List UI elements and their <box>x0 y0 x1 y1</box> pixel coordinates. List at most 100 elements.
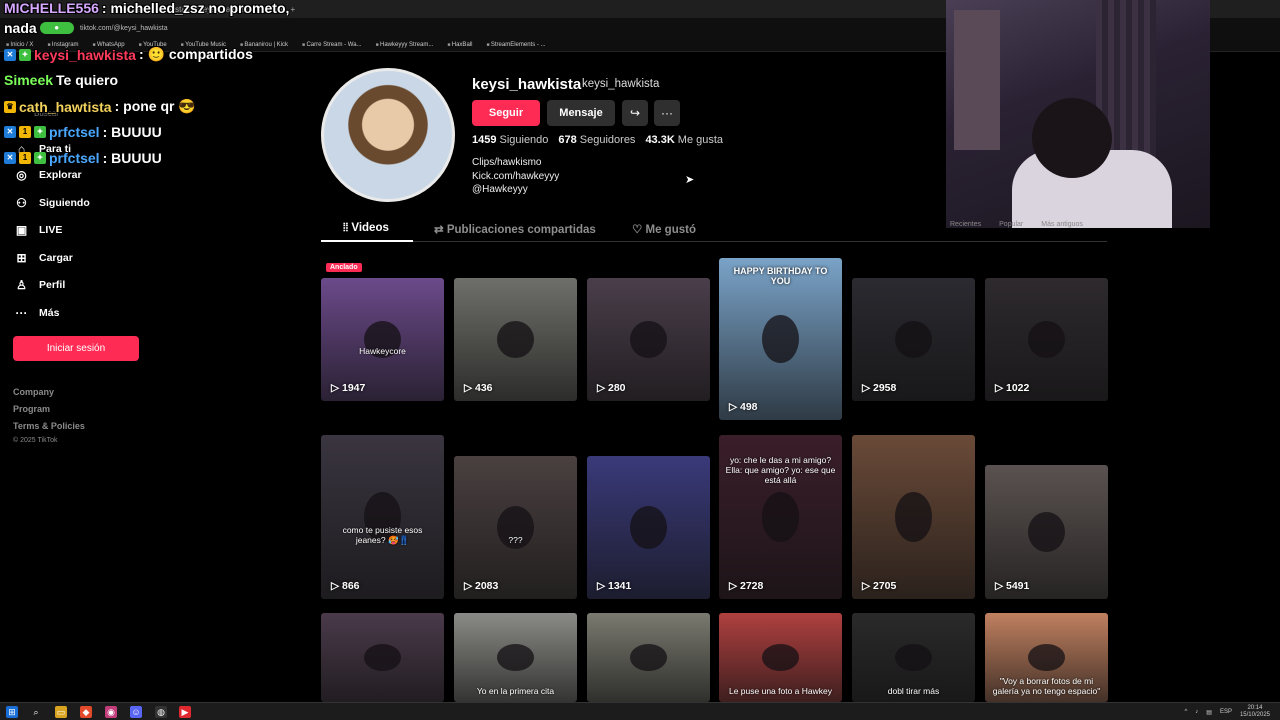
video-card[interactable] <box>321 613 444 702</box>
bookmark-item[interactable]: StreamElements - ... <box>486 42 546 48</box>
stat-followers[interactable]: 678 Seguidores <box>558 134 635 146</box>
video-card[interactable]: ▷ 1341 <box>587 456 710 599</box>
footer-link-company[interactable]: Company <box>13 387 54 397</box>
video-card[interactable]: ▷ 436 <box>454 278 577 401</box>
video-thumbnail <box>1028 511 1065 553</box>
tab-liked[interactable]: ♡ Me gustó <box>632 222 696 236</box>
volume-icon[interactable]: ♪ <box>1195 709 1198 715</box>
language-indicator[interactable]: ESP <box>1220 709 1232 715</box>
user-follow-icon: ⚇ <box>16 196 27 210</box>
heart-icon: ♡ <box>632 224 646 236</box>
url-text[interactable]: tiktok.com/@keysi_hawkista <box>80 25 168 32</box>
view-count-value: 2083 <box>475 580 499 592</box>
brave-browser-icon[interactable]: ◆ <box>80 706 92 718</box>
badge-icon: ✦ <box>34 126 46 138</box>
chat-message: ✕ ✦ keysi_hawkista : 🙂 compartidos <box>4 46 253 63</box>
video-card[interactable]: HAPPY BIRTHDAY TO YOU ▷ 498 <box>719 258 842 420</box>
view-count: ▷ 436 <box>464 382 493 394</box>
video-card[interactable]: "Voy a borrar fotos de mi galería ya no … <box>985 613 1108 702</box>
sidebar-item-label: Explorar <box>39 169 82 181</box>
network-icon[interactable]: ▤ <box>1206 709 1212 716</box>
login-button[interactable]: Iniciar sesión <box>13 336 139 361</box>
video-card[interactable]: Yo en la primera cita <box>454 613 577 702</box>
video-thumbnail <box>1028 644 1065 671</box>
system-tray: ^ ♪ ▤ ESP 20:14 15/10/2025 <box>1184 705 1270 719</box>
view-count-value: 866 <box>342 580 360 592</box>
video-thumbnail <box>762 314 799 364</box>
clock[interactable]: 20:14 15/10/2025 <box>1240 705 1270 719</box>
sidebar-item-perfil[interactable]: ♙ Perfil <box>14 278 65 292</box>
sidebar-item-mas[interactable]: ··· Más <box>14 306 60 320</box>
compass-icon: ◎ <box>16 168 27 182</box>
video-card[interactable]: Le puse una foto a Hawkey <box>719 613 842 702</box>
media-player-icon[interactable]: ▶ <box>179 706 191 718</box>
video-thumbnail <box>497 644 534 671</box>
sidebar-item-siguiendo[interactable]: ⚇ Siguiendo <box>14 196 90 210</box>
chat-message: ✕ 1 ✦ prfctsel : BUUUU <box>4 150 162 166</box>
video-card[interactable] <box>587 613 710 702</box>
video-caption: "Voy a borrar fotos de mi galería ya no … <box>992 676 1101 696</box>
stat-following[interactable]: 1459 Siguiendo <box>472 134 548 146</box>
view-count: ▷ 1947 <box>331 382 365 394</box>
video-card[interactable]: Hawkeycore ▷ 1947 <box>321 278 444 401</box>
video-card[interactable]: ▷ 2705 <box>852 435 975 599</box>
video-thumbnail <box>630 321 667 358</box>
taskbar: ⊞ ⌕ ▭ ◆ ◉ ☺ ◍ ▶ ^ ♪ ▤ ESP 20:14 15/10/20… <box>0 702 1280 720</box>
video-card[interactable]: ▷ 2958 <box>852 278 975 401</box>
video-card[interactable]: yo: che le das a mi amigo? Ella: que ami… <box>719 435 842 599</box>
more-options-button[interactable]: ··· <box>654 100 680 126</box>
share-button[interactable]: ↪ <box>622 100 648 126</box>
footer-link-terms[interactable]: Terms & Policies <box>13 421 85 431</box>
chat-text: : michelled_zsz no prometo, <box>101 0 290 16</box>
video-thumbnail <box>364 644 401 671</box>
stat-label: Seguidores <box>579 134 636 146</box>
bio-line: @Hawkeyyy <box>472 184 528 195</box>
tray-chevron-icon[interactable]: ^ <box>1184 709 1187 715</box>
video-card[interactable]: ▷ 5491 <box>985 465 1108 599</box>
discord-icon[interactable]: ☺ <box>130 706 142 718</box>
avatar <box>321 68 455 202</box>
view-count-value: 1947 <box>342 382 366 394</box>
stat-value: 678 <box>558 134 577 146</box>
sort-recent[interactable]: Recientes <box>950 221 981 228</box>
bookmark-item[interactable]: HaxBall <box>447 42 473 48</box>
stat-likes: 43.3K Me gusta <box>645 134 723 146</box>
sidebar-item-explorar[interactable]: ◎ Explorar <box>14 168 82 182</box>
video-card[interactable]: ▷ 280 <box>587 278 710 401</box>
chat-message: nada ● <box>4 20 74 36</box>
windows-start-icon[interactable]: ⊞ <box>6 706 18 718</box>
chat-message: ♛ cath_hawtista : pone qr 😎 <box>4 98 196 115</box>
stat-value: 43.3K <box>645 134 675 146</box>
sort-options: Recientes Popular Más antiguos <box>950 221 1083 228</box>
sort-oldest[interactable]: Más antiguos <box>1041 221 1083 228</box>
new-tab-button[interactable]: + <box>290 5 295 14</box>
tab-reposts[interactable]: ⇄ Publicaciones compartidas <box>434 222 596 236</box>
app-icon[interactable]: ◉ <box>105 706 117 718</box>
view-count-value: 2728 <box>740 580 764 592</box>
stat-label: Siguiendo <box>499 134 549 146</box>
sidebar-item-cargar[interactable]: ⊞ Cargar <box>14 251 72 265</box>
upload-icon: ⊞ <box>16 251 27 265</box>
follow-button[interactable]: Seguir <box>472 100 540 126</box>
stat-label: Me gusta <box>677 134 724 146</box>
video-card[interactable]: ▷ 1022 <box>985 278 1108 401</box>
play-icon: ▷ <box>729 401 740 413</box>
profile-nickname: keysi_hawkista <box>582 78 660 90</box>
video-card[interactable]: dobl tirar más <box>852 613 975 702</box>
sidebar-item-live[interactable]: ▣ LIVE <box>14 223 63 237</box>
sort-popular[interactable]: Popular <box>999 221 1023 228</box>
search-icon[interactable]: ⌕ <box>30 706 42 718</box>
tab-videos[interactable]: ⦙⦙ Videos <box>343 222 389 235</box>
video-card[interactable]: como te pusiste esos jeanes? 🥵👖 ▷ 866 <box>321 435 444 599</box>
video-card[interactable]: ??? ▷ 2083 <box>454 456 577 599</box>
obs-icon[interactable]: ◍ <box>155 706 167 718</box>
bookmark-item[interactable]: Hawkeyyy Stream... <box>376 42 433 48</box>
view-count-value: 498 <box>740 401 758 413</box>
chat-text: : BUUUU <box>102 124 162 140</box>
webcam-background <box>954 10 1000 150</box>
bookmark-item[interactable]: Carre Stream - Wa... <box>302 42 361 48</box>
file-explorer-icon[interactable]: ▭ <box>55 706 67 718</box>
message-button[interactable]: Mensaje <box>547 100 615 126</box>
sidebar-item-label: LIVE <box>39 224 63 236</box>
footer-link-program[interactable]: Program <box>13 404 50 414</box>
